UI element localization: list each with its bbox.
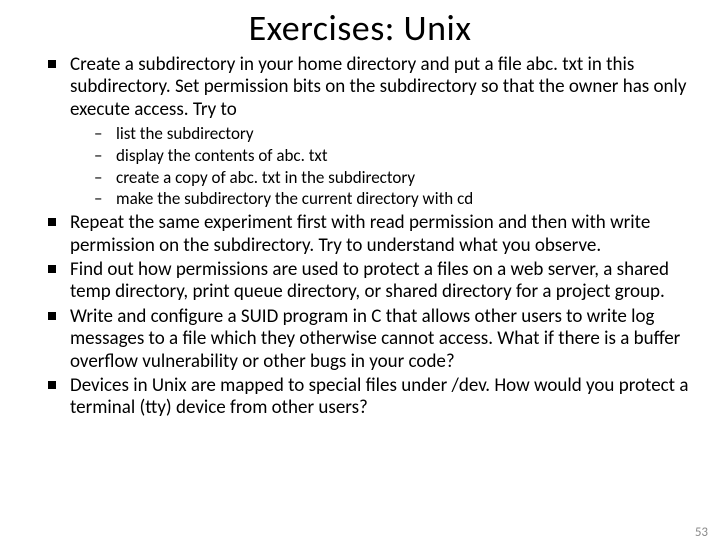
sub-list-item: list the subdirectory (94, 123, 690, 145)
list-item-text: Write and configure a SUID program in C … (70, 305, 680, 373)
list-item: Repeat the same experiment first with re… (48, 212, 690, 257)
sub-list-item: display the contents of abc. txt (94, 145, 690, 167)
list-item: Find out how permissions are used to pro… (48, 259, 690, 304)
sub-list-item: make the subdirectory the current direct… (94, 188, 690, 210)
list-item: Write and configure a SUID program in C … (48, 306, 690, 373)
page-number: 53 (695, 525, 708, 540)
sub-bullet-list: list the subdirectory display the conten… (70, 123, 690, 210)
slide-title: Exercises: Unix (30, 6, 690, 50)
list-item-text: Devices in Unix are mapped to special fi… (70, 374, 688, 419)
list-item: Create a subdirectory in your home direc… (48, 54, 690, 210)
list-item-text: Create a subdirectory in your home direc… (70, 53, 686, 121)
list-item-text: Find out how permissions are used to pro… (70, 258, 669, 303)
list-item: Devices in Unix are mapped to special fi… (48, 375, 690, 420)
sub-list-item: create a copy of abc. txt in the subdire… (94, 167, 690, 189)
list-item-text: Repeat the same experiment first with re… (70, 211, 650, 256)
bullet-list: Create a subdirectory in your home direc… (30, 54, 690, 420)
